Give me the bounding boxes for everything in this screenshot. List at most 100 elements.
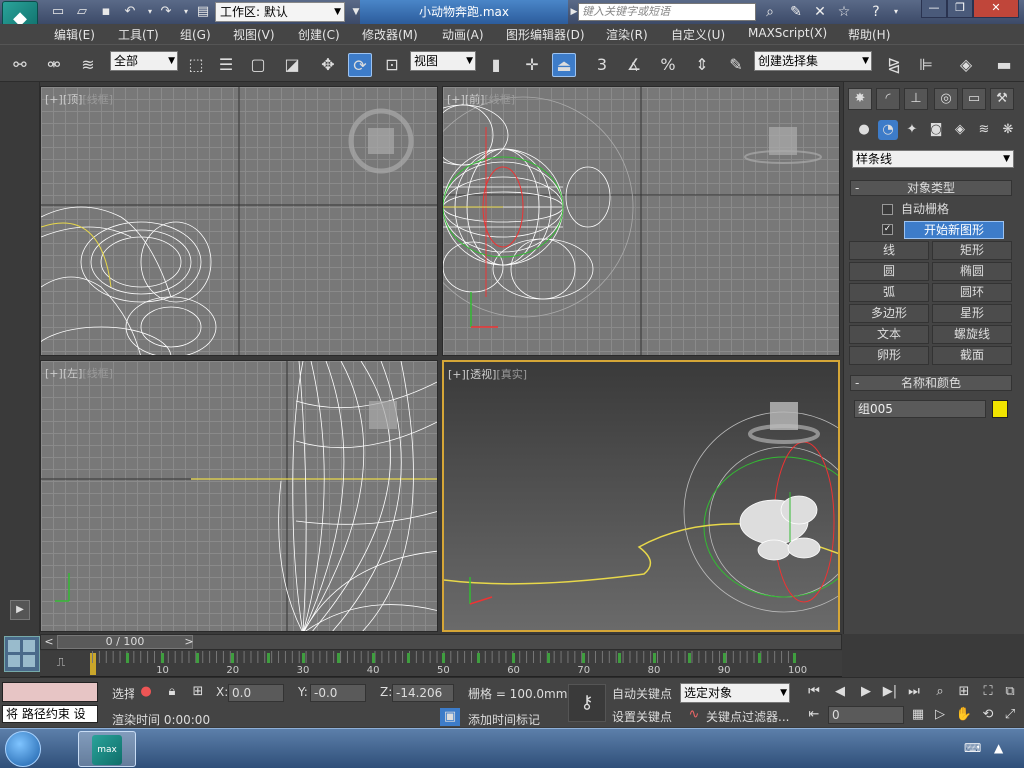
select-by-name-icon[interactable]: ☰ xyxy=(214,53,238,77)
redo-icon[interactable]: ↷ xyxy=(156,3,176,21)
key-mode-select[interactable]: 选定对象 ▼ xyxy=(680,683,790,703)
add-time-tag-button[interactable]: 添加时间标记 xyxy=(468,711,540,728)
taskbar-3dsmax-button[interactable]: max xyxy=(78,731,136,767)
keyframe-marker[interactable] xyxy=(371,653,375,663)
keyframe-marker[interactable] xyxy=(196,653,200,663)
keyframe-marker[interactable] xyxy=(722,653,726,663)
scale-icon[interactable]: ⊡ xyxy=(380,53,404,77)
keyframe-marker[interactable] xyxy=(652,653,656,663)
shape-rectangle-button[interactable]: 矩形 xyxy=(932,241,1012,260)
pivot-center-icon[interactable]: ▮ xyxy=(484,53,508,77)
angle-snap-icon[interactable]: ∡ xyxy=(622,53,646,77)
viewport-menu[interactable]: [+] xyxy=(45,93,63,106)
set-key-button[interactable]: 设置关键点 xyxy=(612,708,672,725)
link-icon[interactable]: ⚯ xyxy=(8,53,32,77)
play-icon[interactable]: ▶ xyxy=(856,683,876,701)
layer-manager-icon[interactable]: ◈ xyxy=(954,53,978,77)
zoom-icon[interactable]: ⌕ xyxy=(930,683,950,701)
viewport-shading[interactable]: [线框] xyxy=(82,93,113,106)
unlink-icon[interactable]: ⚮ xyxy=(42,53,66,77)
communication-center-icon[interactable]: ✕ xyxy=(810,3,830,21)
zoom-extents-all-icon[interactable]: ⧉ xyxy=(1000,683,1020,701)
zoom-all-icon[interactable]: ⊞ xyxy=(954,683,974,701)
viewport-point-of-view[interactable]: [顶] xyxy=(63,93,83,106)
keyframe-marker[interactable] xyxy=(512,653,516,663)
viewcube-icon[interactable] xyxy=(369,401,397,429)
menu-create[interactable]: 创建(C) xyxy=(298,26,340,43)
workspace-combo[interactable]: 工作区: 默认 ▼ xyxy=(215,2,345,22)
keyframe-marker[interactable] xyxy=(161,653,165,663)
curve-editor-icon[interactable]: ⎍ xyxy=(50,655,72,671)
keyboard-icon[interactable]: ⌨ xyxy=(964,741,981,755)
bind-space-warp-icon[interactable]: ≋ xyxy=(76,53,100,77)
go-to-end-icon[interactable]: ⏭ xyxy=(904,683,924,701)
time-configuration-icon[interactable]: ▦ xyxy=(908,706,928,724)
shape-text-button[interactable]: 文本 xyxy=(849,325,929,344)
menu-maxscript[interactable]: MAXScript(X) xyxy=(748,26,827,40)
percent-snap-icon[interactable]: % xyxy=(656,53,680,77)
object-color-swatch[interactable] xyxy=(992,400,1008,418)
keyframe-marker[interactable] xyxy=(126,653,130,663)
y-coordinate-field[interactable]: -0.0 xyxy=(310,684,366,702)
zoom-extents-icon[interactable]: ⛶ xyxy=(978,683,998,701)
keyframe-marker[interactable] xyxy=(231,653,235,663)
toggle-ribbon-icon[interactable]: ▬ xyxy=(992,53,1016,77)
time-slider-prev-icon[interactable]: < xyxy=(41,635,57,649)
shape-ngon-button[interactable]: 多边形 xyxy=(849,304,929,323)
select-manipulate-icon[interactable]: ✛ xyxy=(520,53,544,77)
track-bar[interactable]: ⎍ 10 20 30 40 50 60 70 80 90 100 xyxy=(40,651,842,677)
selection-lock-icon[interactable]: 🔒︎ xyxy=(162,683,182,701)
snaps-toggle-icon[interactable]: 3 xyxy=(590,53,614,77)
keyframe-marker[interactable] xyxy=(617,653,621,663)
expand-viewport-icon[interactable]: ▶ xyxy=(10,600,30,620)
subscription-icon[interactable]: ✎ xyxy=(786,3,806,21)
keyframe-marker[interactable] xyxy=(582,653,586,663)
viewport-top-label[interactable]: [+][顶][线框] xyxy=(45,91,113,107)
keyframe-marker[interactable] xyxy=(547,653,551,663)
new-file-icon[interactable]: ▭ xyxy=(48,3,68,21)
keyframe-marker[interactable] xyxy=(442,653,445,663)
time-slider-thumb[interactable]: 0 / 100 xyxy=(57,635,193,649)
object-name-field[interactable]: 组005 xyxy=(854,400,986,418)
reference-coordinate-select[interactable]: 视图 ▼ xyxy=(410,51,476,71)
utilities-tab-icon[interactable]: ⚒ xyxy=(990,88,1014,110)
mirror-icon[interactable]: ⧎ xyxy=(882,53,906,77)
pan-view-icon[interactable]: ✋ xyxy=(954,706,974,724)
viewport-front-label[interactable]: [+][前][线框] xyxy=(447,91,515,107)
save-file-icon[interactable]: ▪ xyxy=(96,3,116,21)
menu-modifiers[interactable]: 修改器(M) xyxy=(362,26,418,43)
menu-views[interactable]: 视图(V) xyxy=(233,26,275,43)
object-type-rollout[interactable]: - 对象类型 xyxy=(850,180,1012,196)
hierarchy-tab-icon[interactable]: ⊥ xyxy=(904,88,928,110)
menu-animation[interactable]: 动画(A) xyxy=(442,26,484,43)
create-tab-icon[interactable]: ✸ xyxy=(848,88,872,110)
space-warps-icon[interactable]: ≋ xyxy=(974,120,994,140)
menu-group[interactable]: 组(G) xyxy=(180,26,211,43)
key-mode-toggle-icon[interactable]: ⇤ xyxy=(804,706,824,724)
viewport-layout-icon[interactable] xyxy=(4,636,40,672)
maximize-button[interactable]: ❐ xyxy=(947,0,973,18)
menu-tools[interactable]: 工具(T) xyxy=(118,26,159,43)
viewport-shading[interactable]: [线框] xyxy=(484,93,515,106)
shape-circle-button[interactable]: 圆 xyxy=(849,262,929,281)
viewport-top[interactable]: [+][顶][线框] xyxy=(40,86,438,356)
motion-tab-icon[interactable]: ◎ xyxy=(934,88,958,110)
align-icon[interactable]: ⊫ xyxy=(914,53,938,77)
menu-graph-editors[interactable]: 图形编辑器(D) xyxy=(506,26,585,43)
project-folder-icon[interactable]: ▤ xyxy=(193,3,213,21)
viewport-menu[interactable]: [+] xyxy=(447,93,465,106)
menu-customize[interactable]: 自定义(U) xyxy=(671,26,725,43)
close-button[interactable]: ✕ xyxy=(973,0,1019,18)
viewcube-icon[interactable] xyxy=(744,127,822,164)
time-slider-next-icon[interactable]: > xyxy=(181,635,197,649)
menu-rendering[interactable]: 渲染(R) xyxy=(606,26,648,43)
keyframe-marker[interactable] xyxy=(757,653,761,663)
viewport-menu[interactable]: [+] xyxy=(448,368,466,381)
keyframe-marker[interactable] xyxy=(336,653,340,663)
binoculars-icon[interactable]: ⌕ xyxy=(760,3,780,21)
isolate-selection-icon[interactable]: ● xyxy=(136,683,156,701)
viewport-left-label[interactable]: [+][左][线框] xyxy=(45,365,113,381)
window-crossing-icon[interactable]: ◪ xyxy=(280,53,304,77)
display-tab-icon[interactable]: ▭ xyxy=(962,88,986,110)
edit-named-selection-icon[interactable]: ✎ xyxy=(724,53,748,77)
